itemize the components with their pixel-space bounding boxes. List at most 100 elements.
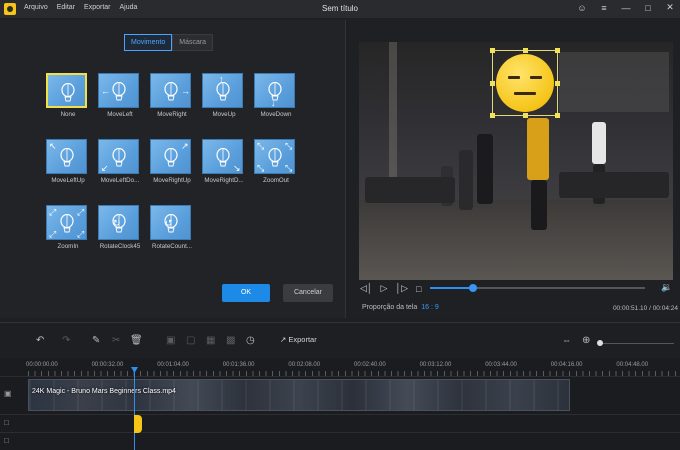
clip-label: 24K Magic - Bruno Mars Beginners Class.m… [32,388,176,395]
playback-time: 00:00:51.10 / 00:04:24 [612,305,678,312]
pencil-icon[interactable]: ✎ [92,335,100,346]
tab-movimento[interactable]: Movimento [124,34,173,51]
menu-lines-icon[interactable]: ≡ [598,3,610,13]
ok-button[interactable]: OK [222,284,270,302]
balloon-icon [216,148,230,167]
scrubber-knob[interactable] [469,284,477,292]
ruler-time-label: 00:04:48.00 [616,362,649,368]
effect-label: MoveLeft [107,111,133,118]
ruler-time-label: 00:03:12.00 [419,362,452,368]
close-icon[interactable]: ✕ [664,2,676,13]
zoom-slider-knob[interactable] [597,340,603,346]
effect-thumbnail[interactable]: ↺ [150,205,191,240]
freeze-icon[interactable]: ▩ [226,335,235,346]
trash-icon[interactable]: 🗑 [130,335,143,346]
rotate-ccw-arrow-icon: ↺ [165,218,173,228]
cut-icon[interactable]: ✂ [112,335,120,346]
export-button[interactable]: ↗ Exportar [280,335,317,344]
corners-in-arrow-icon: ⤡ [257,141,265,151]
balloon-icon [61,83,75,102]
cancel-button[interactable]: Cancelar [283,284,333,302]
mosaic-icon[interactable]: ▦ [206,335,215,346]
frame-icon[interactable]: ▢ [186,335,195,346]
effect-rotateclock45[interactable]: ↻ RotateClock45 [98,205,142,250]
effect-moverightd[interactable]: ↘ MoveRightD... [202,139,246,184]
crop-icon[interactable]: ▣ [166,335,175,346]
maximize-icon[interactable]: □ [642,3,654,13]
effect-thumbnail[interactable]: ↻ [98,205,139,240]
balloon-icon [216,82,230,101]
zoom-out-icon[interactable]: ⊕ [582,335,590,346]
time-ruler[interactable]: 00:00:00.00 00:00:32.00 00:01:04.00 00:01:3… [0,358,680,376]
player-controls: ◁│ ▷ │▷ □ [360,283,421,294]
effect-thumbnail[interactable]: ⤡ ⤡ ⤡ ⤡ [254,139,295,174]
video-clip[interactable]: 24K Magic - Bruno Mars Beginners Class.m… [28,379,570,411]
playhead[interactable] [134,368,135,450]
balloon-icon [164,148,178,167]
ruler-time-label: 00:00:32.00 [91,362,124,368]
play-icon[interactable]: ▷ [381,283,388,294]
effect-label: MoveUp [212,111,236,118]
up-left-arrow-icon: ↖ [49,141,57,151]
redo-icon[interactable]: ↷ [62,335,70,346]
motion-panel: Movimento Máscara None ← MoveLeft → MoveRigh… [0,20,346,318]
balloon-icon [112,148,126,167]
duration-icon[interactable]: ◷ [246,335,255,346]
effect-moveright[interactable]: → MoveRight [150,73,194,118]
effect-thumbnail[interactable]: ↙ [98,139,139,174]
effect-thumbnail[interactable]: ↗ [150,139,191,174]
corners-in-arrow-icon: ⤡ [257,163,265,173]
effect-thumbnail[interactable]: → [150,73,191,108]
volume-icon[interactable]: 🔉 [661,282,672,293]
effect-moveleft[interactable]: ← MoveLeft [98,73,142,118]
effect-moveleftdo[interactable]: ↙ MoveLeftDo... [98,139,142,184]
menu-editar[interactable]: Editar [57,4,75,11]
edit-toolbar: ↶ ↷ ✎ ✂ 🗑 ▣ ▢ ▦ ▩ ◷ ↗ Exportar ⇔ ⊕ [0,322,680,358]
effect-thumbnail[interactable]: ↘ [202,139,243,174]
sticker-clip[interactable] [134,415,142,433]
app-logo-icon [4,3,16,15]
motion-tabs: Movimento Máscara [124,34,214,51]
effect-zoomout[interactable]: ⤡ ⤡ ⤡ ⤡ ZoomOut [254,139,298,184]
effect-label: RotateClock45 [99,243,141,250]
neutral-face-sticker-icon[interactable] [496,54,554,112]
aspect-ratio-label: Proporção da tela [362,304,418,311]
user-icon[interactable]: ☺ [576,3,588,13]
effect-moverightup[interactable]: ↗ MoveRightUp [150,139,194,184]
effect-label: MoveRightUp [153,177,191,184]
fit-timeline-icon[interactable]: ⇔ [562,335,571,345]
menu-exportar[interactable]: Exportar [84,4,110,11]
menu-ajuda[interactable]: Ajuda [120,4,138,11]
right-arrow-icon: → [181,86,190,96]
sticker-bounding-box[interactable] [490,48,560,118]
effect-none[interactable]: None [46,73,90,118]
effect-thumbnail[interactable]: ↑ [202,73,243,108]
effect-thumbnail[interactable]: ↓ [254,73,295,108]
next-frame-icon[interactable]: │▷ [395,283,408,294]
zoom-slider[interactable] [600,343,674,344]
effect-moveleftup[interactable]: ↖ MoveLeftUp [46,139,90,184]
balloon-icon [164,82,178,101]
aspect-ratio-value[interactable]: 16 : 9 [421,304,439,311]
undo-icon[interactable]: ↶ [36,335,44,346]
stop-icon[interactable]: □ [416,284,421,294]
effect-moveup[interactable]: ↑ MoveUp [202,73,246,118]
effect-movedown[interactable]: ↓ MoveDown [254,73,298,118]
effect-label: None [60,111,76,118]
audio-track: □ [0,432,680,450]
previous-frame-icon[interactable]: ◁│ [360,283,373,294]
tab-mascara[interactable]: Máscara [172,34,214,51]
corners-out-arrow-icon: ⤢ [49,229,57,239]
effect-label: ZoomIn [57,243,79,250]
effect-rotatecount[interactable]: ↺ RotateCount... [150,205,194,250]
video-preview[interactable] [359,42,673,280]
effect-zoomin[interactable]: ⤢ ⤢ ⤢ ⤢ ZoomIn [46,205,90,250]
effect-thumbnail[interactable] [46,73,87,108]
title-bar: Arquivo Editar Exportar Ajuda Sem título… [0,0,680,18]
playback-scrubber[interactable] [430,284,645,292]
minimize-icon[interactable]: — [620,3,632,13]
effect-thumbnail[interactable]: ↖ [46,139,87,174]
effect-thumbnail[interactable]: ⤢ ⤢ ⤢ ⤢ [46,205,87,240]
effect-thumbnail[interactable]: ← [98,73,139,108]
menu-arquivo[interactable]: Arquivo [24,4,48,11]
